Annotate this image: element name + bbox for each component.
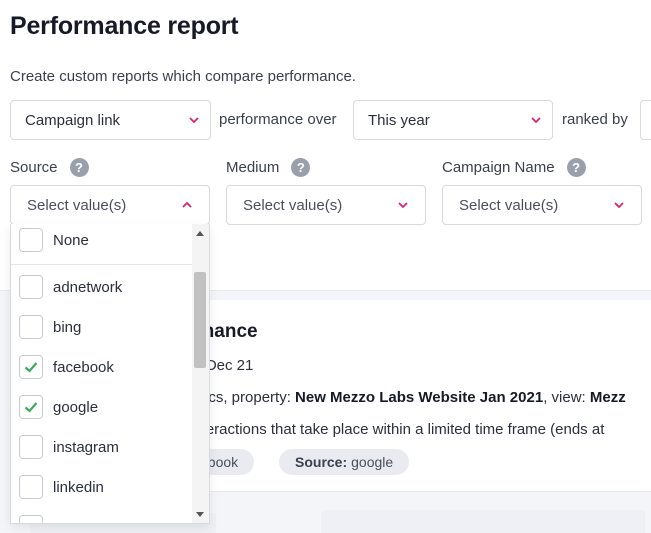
help-icon[interactable]: ? bbox=[566, 158, 586, 177]
chevron-up-icon bbox=[182, 201, 192, 208]
chevron-down-icon bbox=[531, 117, 541, 124]
checkbox[interactable] bbox=[19, 275, 43, 299]
campaign-name-filter-label: Campaign Name ? bbox=[442, 158, 586, 177]
dimension-select[interactable]: Campaign link bbox=[10, 100, 211, 140]
source-filter-label: Source ? bbox=[10, 158, 89, 177]
checkbox[interactable] bbox=[19, 228, 43, 252]
checkmark-icon bbox=[24, 362, 38, 373]
report-property: New Mezzo Labs Website Jan 2021 bbox=[295, 389, 544, 406]
list-item[interactable]: linkedin bbox=[19, 472, 104, 502]
checkbox[interactable] bbox=[19, 395, 43, 419]
medium-select[interactable]: Select value(s) bbox=[226, 185, 426, 225]
list-item[interactable]: instagram bbox=[19, 432, 119, 462]
page-title: Performance report bbox=[10, 12, 239, 40]
checkbox[interactable] bbox=[19, 435, 43, 459]
period-select-value: This year bbox=[368, 111, 430, 129]
help-icon[interactable]: ? bbox=[69, 158, 89, 177]
list-item[interactable]: facebook bbox=[19, 352, 114, 382]
filter-chip[interactable]: Source: google bbox=[279, 449, 410, 475]
scroll-up-arrow-icon[interactable] bbox=[196, 231, 204, 236]
report-view: Mezz bbox=[589, 389, 626, 406]
ranked-by-label: ranked by bbox=[562, 111, 628, 128]
checkmark-icon bbox=[24, 402, 38, 413]
medium-filter-label: Medium ? bbox=[226, 158, 311, 177]
campaign-name-select[interactable]: Select value(s) bbox=[442, 185, 642, 225]
scroll-down-arrow-icon[interactable] bbox=[196, 512, 204, 517]
checkbox[interactable] bbox=[19, 315, 43, 339]
report-source: lytics, property: New Mezzo Labs Website… bbox=[190, 389, 626, 406]
checkbox[interactable] bbox=[19, 515, 43, 523]
chevron-down-icon bbox=[614, 202, 624, 209]
list-item[interactable]: adnetwork bbox=[19, 272, 122, 302]
list-item[interactable]: bing bbox=[19, 312, 81, 342]
source-dropdown-list[interactable]: None adnetwork bing facebook google inst… bbox=[10, 224, 210, 524]
period-select[interactable]: This year bbox=[353, 100, 553, 140]
checkbox[interactable] bbox=[19, 475, 43, 499]
checkbox[interactable] bbox=[19, 355, 43, 379]
help-icon[interactable]: ? bbox=[291, 158, 311, 177]
dimension-select-value: Campaign link bbox=[25, 111, 121, 129]
scrollbar[interactable] bbox=[192, 224, 209, 523]
list-item[interactable]: None bbox=[19, 225, 89, 255]
scrollbar-thumb[interactable] bbox=[194, 272, 206, 368]
report-description: interactions that take place within a li… bbox=[190, 421, 605, 438]
report-card-next bbox=[321, 510, 645, 533]
source-select[interactable]: Select value(s) bbox=[10, 185, 210, 225]
performance-over-label: performance over bbox=[219, 111, 337, 128]
list-item[interactable]: google bbox=[19, 392, 98, 422]
chevron-down-icon bbox=[189, 117, 199, 124]
list-item[interactable] bbox=[19, 512, 53, 523]
divider bbox=[11, 264, 193, 265]
chevron-down-icon bbox=[398, 202, 408, 209]
ranked-by-select[interactable] bbox=[640, 100, 651, 140]
page-subtitle: Create custom reports which compare perf… bbox=[10, 68, 356, 85]
